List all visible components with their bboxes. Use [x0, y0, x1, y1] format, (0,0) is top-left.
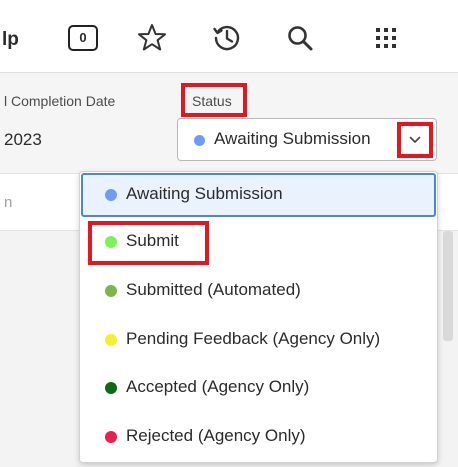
help-menu-label[interactable]: lp	[2, 29, 19, 51]
completion-date-value: 2023	[4, 130, 42, 149]
completion-date-label: l Completion Date	[4, 93, 116, 109]
option-rejected[interactable]: Rejected (Agency Only)	[81, 415, 436, 459]
option-color-dot	[105, 285, 117, 297]
notification-count-badge[interactable]: 0	[68, 25, 98, 51]
row-cell-text: n	[4, 194, 13, 211]
option-label: Rejected (Agency Only)	[126, 426, 306, 445]
apps-grid-icon[interactable]	[370, 22, 402, 54]
option-label: Submitted (Automated)	[126, 280, 301, 299]
option-accepted[interactable]: Accepted (Agency Only)	[81, 366, 436, 410]
option-awaiting-submission[interactable]: Awaiting Submission	[81, 173, 436, 217]
status-dropdown-menu: Awaiting Submission Submit Submitted (Au…	[79, 171, 438, 463]
top-header: lp 0	[0, 0, 458, 72]
option-color-dot	[105, 334, 117, 346]
search-icon[interactable]	[284, 22, 316, 54]
option-submitted-automated[interactable]: Submitted (Automated)	[81, 269, 436, 313]
option-label: Awaiting Submission	[126, 184, 283, 203]
status-dropdown-toggle[interactable]	[397, 122, 433, 158]
option-color-dot	[105, 431, 117, 443]
option-label: Accepted (Agency Only)	[126, 377, 310, 396]
star-icon[interactable]	[136, 22, 168, 54]
submit-option-highlight	[88, 221, 209, 265]
status-color-dot	[194, 135, 205, 146]
chevron-down-icon	[409, 136, 421, 143]
status-select-value: Awaiting Submission	[214, 129, 371, 148]
option-color-dot	[105, 382, 117, 394]
history-icon[interactable]	[211, 22, 243, 54]
option-label: Pending Feedback (Agency Only)	[126, 329, 381, 348]
option-pending-feedback[interactable]: Pending Feedback (Agency Only)	[81, 318, 436, 362]
scrollbar[interactable]	[443, 231, 453, 341]
status-label-highlight	[181, 83, 247, 117]
option-color-dot	[105, 189, 117, 201]
